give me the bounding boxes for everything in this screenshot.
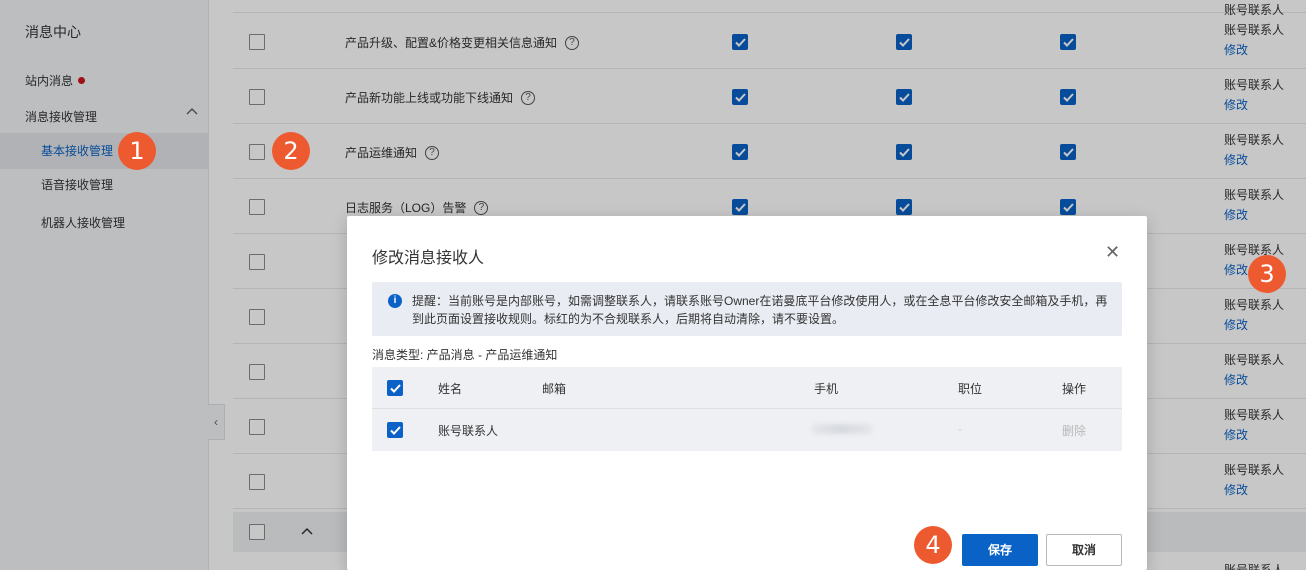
notice-alert: i 提醒：当前账号是内部账号，如需调整联系人，请联系账号Owner在诺曼底平台修…	[372, 282, 1122, 336]
cancel-button[interactable]: 取消	[1046, 534, 1122, 566]
recipient-name: 账号联系人	[438, 424, 499, 438]
row-checkbox[interactable]	[387, 422, 403, 438]
message-type-label: 消息类型: 产品消息 - 产品运维通知	[372, 348, 558, 362]
column-header-phone: 手机	[814, 382, 839, 396]
info-icon: i	[388, 294, 402, 308]
step-marker-3: 3	[1248, 255, 1286, 293]
recipient-table-header: 姓名 邮箱 手机 职位 操作	[372, 367, 1122, 409]
table-row: 账号联系人 - 删除	[372, 409, 1122, 451]
edit-recipient-dialog: 修改消息接收人 ✕ i 提醒：当前账号是内部账号，如需调整联系人，请联系账号Ow…	[347, 216, 1147, 570]
select-all-checkbox[interactable]	[387, 380, 403, 396]
step-marker-1: 1	[118, 132, 156, 170]
recipient-position: -	[958, 422, 962, 436]
column-header-email: 邮箱	[542, 382, 567, 396]
dialog-title: 修改消息接收人	[372, 250, 485, 267]
alert-text: 提醒：当前账号是内部账号，如需调整联系人，请联系账号Owner在诺曼底平台修改使…	[412, 294, 1108, 326]
delete-button[interactable]: 删除	[1062, 422, 1086, 439]
save-button[interactable]: 保存	[962, 534, 1038, 566]
close-icon[interactable]: ✕	[1105, 242, 1120, 263]
column-header-action: 操作	[1062, 382, 1087, 396]
column-header-name: 姓名	[438, 382, 463, 396]
step-marker-2: 2	[272, 132, 310, 170]
step-marker-4: 4	[914, 526, 952, 564]
column-header-position: 职位	[958, 382, 983, 396]
redacted-phone	[812, 424, 872, 434]
